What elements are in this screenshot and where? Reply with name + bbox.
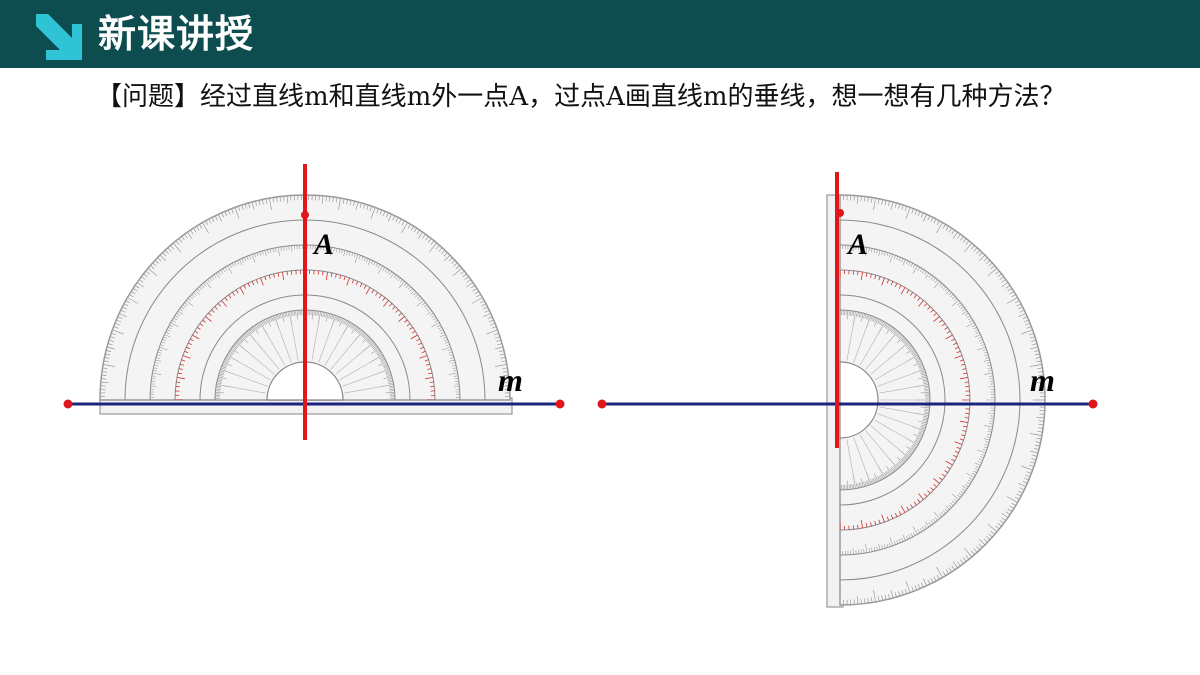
right-line-m-endpoint-left	[597, 399, 607, 409]
scale-tick	[101, 378, 107, 380]
right-line-m-label: m	[1030, 362, 1055, 398]
scale-tick	[860, 196, 862, 202]
left-line-m-endpoint-left	[63, 399, 73, 409]
left-line-m-label: m	[498, 362, 523, 398]
left-figure: A m	[63, 164, 565, 440]
right-point-a-label: A	[846, 228, 868, 261]
left-point-a	[301, 211, 309, 219]
right-point-a	[836, 209, 844, 217]
right-figure: A m	[597, 172, 1098, 608]
scale-tick	[325, 196, 327, 202]
left-line-m-endpoint-right	[555, 399, 565, 409]
scale-tick	[1038, 420, 1044, 422]
scale-tick	[860, 598, 862, 604]
scale-tick	[283, 196, 285, 202]
geometry-figures: A m A m	[63, 164, 1098, 608]
left-point-a-label: A	[312, 228, 334, 261]
right-line-m-endpoint-right	[1088, 399, 1098, 409]
